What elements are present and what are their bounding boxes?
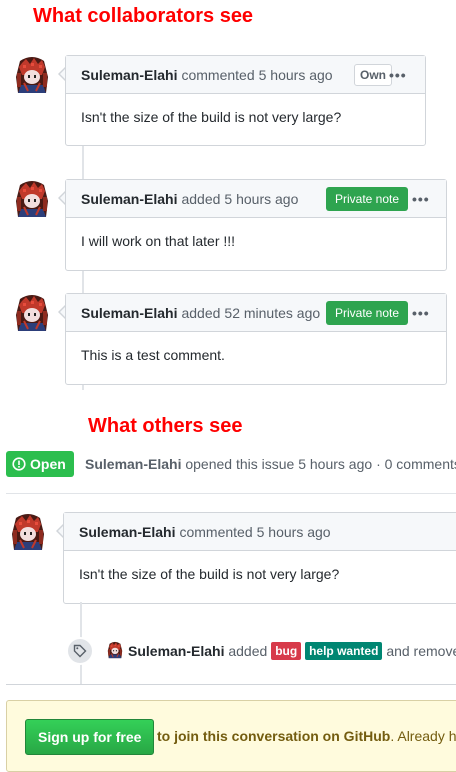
issue-opened-text: opened this issue 5 hours ago [185, 456, 373, 472]
issue-separator: · [376, 456, 381, 472]
issue-comments-count: 0 comments [384, 456, 456, 472]
comment-body: I will work on that later !!! [81, 233, 236, 249]
comment-card: Suleman-Elahi added 5 hours ago Private … [65, 179, 447, 271]
avatar[interactable] [8, 512, 48, 552]
issue-meta: Suleman-Elahi opened this issue 5 hours … [85, 456, 456, 472]
comment-action: added [181, 190, 221, 207]
comment-body: Isn't the size of the build is not very … [81, 109, 342, 125]
issue-author[interactable]: Suleman-Elahi [85, 456, 181, 472]
join-text-wrap: to join this conversation on GitHub. Alr… [157, 728, 456, 744]
comment-card: Suleman-Elahi commented 5 hours ago Own … [65, 55, 426, 146]
comment-author[interactable]: Suleman-Elahi [81, 305, 177, 321]
others-heading: What others see [88, 415, 243, 437]
comment-action: commented [179, 523, 253, 540]
join-text: to join this conversation on GitHub [157, 728, 391, 744]
issue-opened-icon [12, 457, 26, 471]
join-trailing: . Already h [390, 728, 456, 744]
label-bug[interactable]: bug [271, 642, 302, 660]
avatar[interactable] [12, 55, 52, 95]
comment-options-icon[interactable]: ••• [412, 191, 430, 207]
event-author[interactable]: Suleman-Elahi [128, 643, 224, 659]
label-help-wanted[interactable]: help wanted [305, 642, 383, 660]
private-note-badge: Private note [326, 301, 409, 325]
comment-time[interactable]: 5 hours ago [259, 67, 333, 83]
issue-status-badge: Open [6, 451, 74, 477]
sign-up-button[interactable]: Sign up for free [25, 719, 155, 755]
join-conversation-box: Sign up for free to join this conversati… [6, 700, 456, 772]
collaborators-heading: What collaborators see [33, 5, 254, 27]
comment-author[interactable]: Suleman-Elahi [81, 191, 177, 207]
private-note-badge: Private note [326, 187, 409, 211]
comment-time[interactable]: 5 hours ago [257, 524, 331, 540]
comment-action: commented [181, 66, 255, 83]
comment-header: Suleman-Elahi commented 5 hours ago Own … [66, 56, 425, 94]
comment-card: Suleman-Elahi commented 5 hours ago Isn'… [63, 512, 456, 604]
comment-body: Isn't the size of the build is not very … [79, 566, 340, 582]
comment-body: This is a test comment. [81, 347, 225, 363]
comment-time[interactable]: 5 hours ago [224, 191, 298, 207]
comment-card: Suleman-Elahi added 52 minutes ago Priva… [65, 293, 447, 385]
comment-author[interactable]: Suleman-Elahi [79, 524, 175, 540]
event-trailing: and remove [386, 643, 456, 659]
comment-header: Suleman-Elahi added 5 hours ago Private … [66, 180, 446, 218]
label-event-icon [66, 637, 94, 665]
comment-options-icon[interactable]: ••• [389, 67, 407, 83]
tag-icon [73, 644, 87, 658]
divider [6, 684, 456, 685]
comment-time[interactable]: 52 minutes ago [224, 305, 320, 321]
comment-header: Suleman-Elahi added 52 minutes ago Priva… [66, 294, 446, 332]
issue-status-label: Open [30, 456, 66, 472]
label-event-text: Suleman-Elahi added bug help wanted and … [128, 642, 456, 660]
comment-action: added [181, 304, 221, 321]
comment-header: Suleman-Elahi commented 5 hours ago [64, 513, 456, 551]
divider [6, 493, 456, 494]
owner-badge: Own [354, 64, 392, 86]
avatar-small[interactable] [106, 641, 124, 659]
comment-author[interactable]: Suleman-Elahi [81, 67, 177, 83]
avatar[interactable] [12, 293, 52, 333]
comment-options-icon[interactable]: ••• [412, 305, 430, 321]
avatar[interactable] [12, 179, 52, 219]
event-action: added [228, 643, 268, 659]
